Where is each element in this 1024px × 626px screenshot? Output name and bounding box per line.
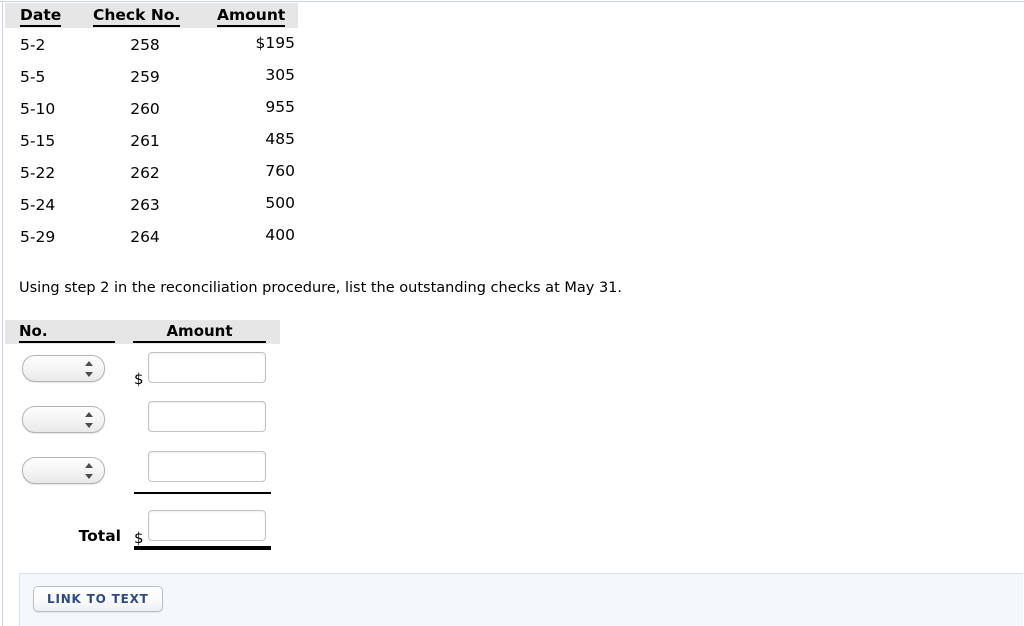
column-header-no: No.	[19, 322, 115, 343]
cell-amount: 760	[265, 162, 295, 180]
cell-amount: 500	[265, 194, 295, 212]
table-row: 5-29 264 400	[5, 222, 298, 254]
cell-amount: 485	[265, 130, 295, 148]
answer-row: 258259260261262263264 $	[5, 348, 280, 399]
check-no-select-wrapper: 258259260261262263264	[22, 457, 105, 484]
amount-input-1[interactable]	[148, 352, 266, 383]
table-row: 5-24 263 500	[5, 190, 298, 222]
left-divider	[2, 2, 3, 626]
checks-table-header-row: Date Check No. Amount	[5, 3, 298, 28]
check-no-select-3[interactable]: 258259260261262263264	[22, 457, 105, 484]
cell-check-no: 259	[130, 68, 160, 86]
cell-check-no: 262	[130, 164, 160, 182]
instruction-text: Using step 2 in the reconciliation proce…	[19, 280, 623, 296]
answer-table-header-row: No. Amount	[5, 320, 280, 344]
amount-input-3[interactable]	[148, 451, 266, 482]
cell-check-no: 258	[130, 36, 160, 54]
table-row: 5-2 258 $195	[5, 30, 298, 62]
table-row: 5-10 260 955	[5, 94, 298, 126]
check-no-select-1[interactable]: 258259260261262263264	[22, 355, 105, 382]
answer-row: 258259260261262263264	[5, 450, 280, 501]
total-rule	[134, 546, 271, 550]
checks-table-body: 5-2 258 $195 5-5 259 305 5-10 260 955 5-…	[5, 28, 298, 254]
subtotal-rule	[134, 492, 271, 494]
currency-symbol: $	[134, 370, 144, 388]
check-no-select-wrapper: 258259260261262263264	[22, 406, 105, 433]
total-label: Total	[78, 527, 121, 545]
cell-date: 5-10	[20, 100, 56, 118]
cell-check-no: 261	[130, 132, 160, 150]
checks-table: Date Check No. Amount 5-2 258 $195 5-5 2…	[5, 3, 298, 254]
cell-date: 5-24	[20, 196, 56, 214]
table-row: 5-15 261 485	[5, 126, 298, 158]
cell-amount: $195	[255, 34, 295, 52]
column-header-check-no: Check No.	[93, 6, 181, 27]
cell-amount: 955	[265, 98, 295, 116]
cell-check-no: 260	[130, 100, 160, 118]
cell-amount: 400	[265, 226, 295, 244]
currency-symbol-total: $	[134, 529, 144, 547]
cell-check-no: 264	[130, 228, 160, 246]
cell-date: 5-29	[20, 228, 56, 246]
amount-input-2[interactable]	[148, 401, 266, 432]
cell-check-no: 263	[130, 196, 160, 214]
cell-date: 5-22	[20, 164, 56, 182]
table-row: 5-22 262 760	[5, 158, 298, 190]
check-no-select-2[interactable]: 258259260261262263264	[22, 406, 105, 433]
answer-row: 258259260261262263264	[5, 399, 280, 450]
table-row: 5-5 259 305	[5, 62, 298, 94]
cell-amount: 305	[265, 66, 295, 84]
cell-date: 5-2	[20, 36, 46, 54]
link-to-text-button[interactable]: LINK TO TEXT	[33, 586, 163, 612]
total-input[interactable]	[148, 510, 266, 541]
check-no-select-wrapper: 258259260261262263264	[22, 355, 105, 382]
column-header-amount: Amount	[217, 6, 286, 27]
cell-date: 5-15	[20, 132, 56, 150]
column-header-answer-amount: Amount	[133, 322, 266, 343]
top-divider	[0, 1, 1024, 2]
column-header-date: Date	[20, 6, 62, 27]
total-row: Total $	[5, 501, 280, 557]
footer-panel: LINK TO TEXT	[19, 573, 1023, 626]
cell-date: 5-5	[20, 68, 46, 86]
answer-rows: 258259260261262263264 $ 2582592602612622…	[5, 344, 280, 557]
outstanding-checks-form: No. Amount 258259260261262263264 $ 25825…	[5, 320, 280, 557]
